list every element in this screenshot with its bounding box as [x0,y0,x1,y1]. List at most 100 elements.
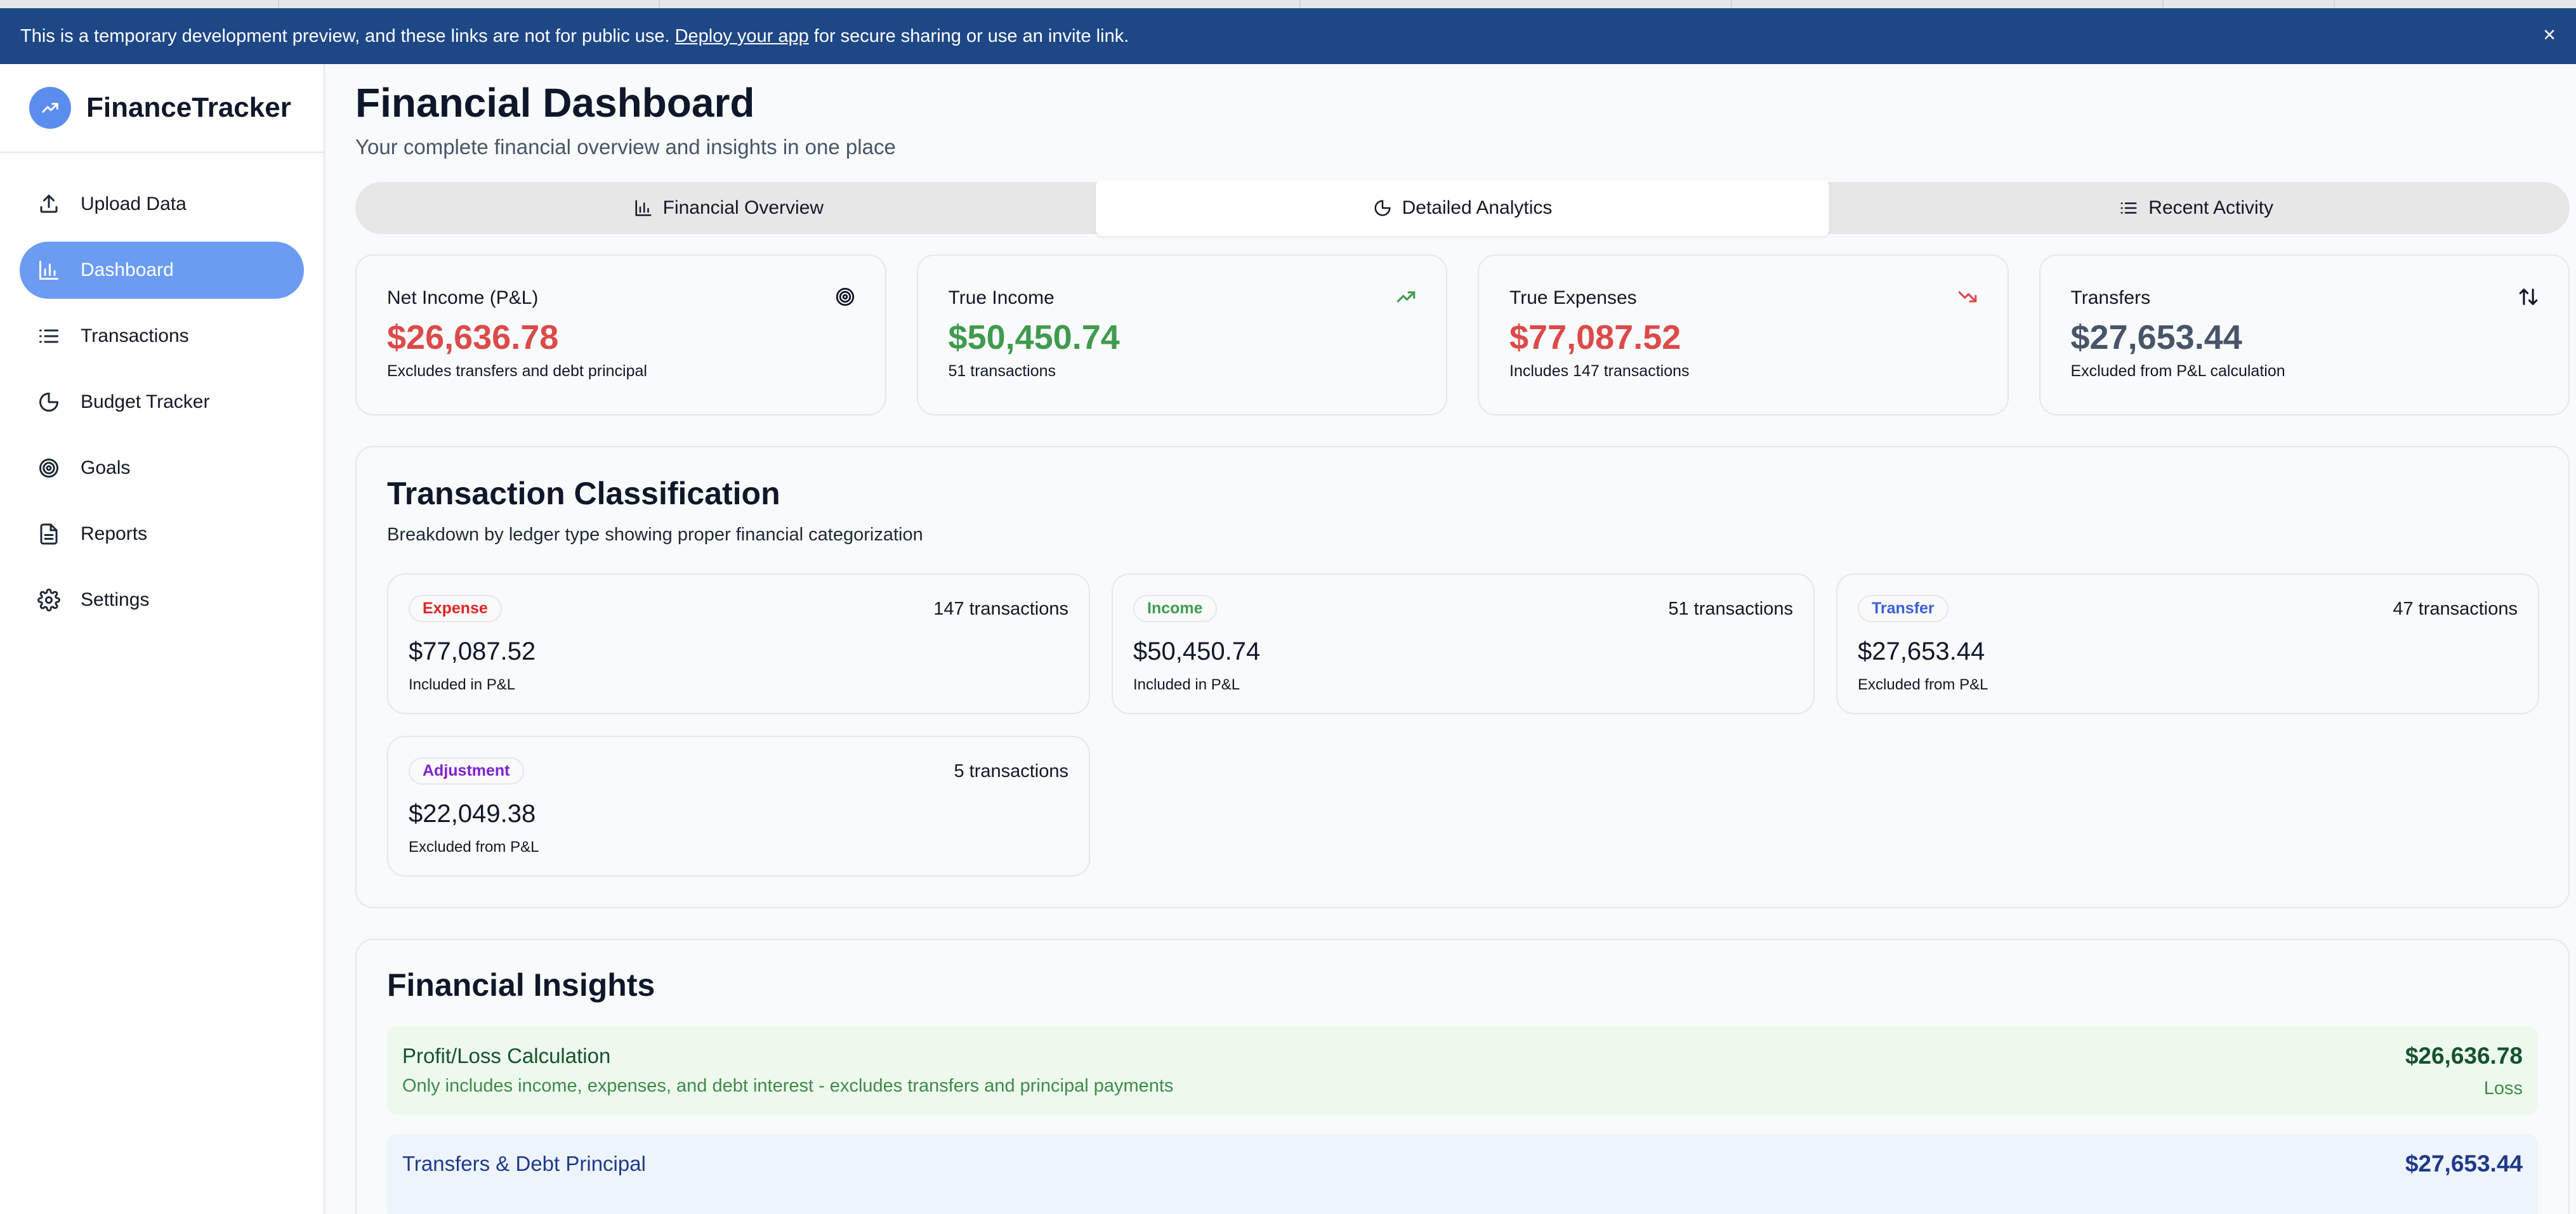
sidebar-item-transactions[interactable]: Transactions [20,308,304,365]
ledger-badge: Transfer [1858,595,1948,622]
target-icon [834,286,856,311]
main-content: Financial Dashboard Your complete financ… [355,64,2570,1214]
financial-insights-card: Financial Insights Profit/Loss Calculati… [355,939,2570,1214]
arrows-up-down-icon [2518,286,2539,311]
ledger-amount: $22,049.38 [409,800,536,828]
stat-label: True Income [948,287,1055,308]
sidebar-item-reports[interactable]: Reports [20,506,304,563]
insight-amount: $26,636.78 [2405,1043,2523,1069]
target-icon [35,454,63,482]
ledger-badge: Adjustment [409,757,524,785]
file-text-icon [35,520,63,548]
page-title: Financial Dashboard [355,80,755,126]
sidebar-item-goals[interactable]: Goals [20,440,304,497]
trending-up-icon [1395,286,1417,311]
stat-label: True Expenses [1509,287,1637,308]
sidebar-item-dashboard[interactable]: Dashboard [20,242,304,299]
insight-title: Transfers & Debt Principal [402,1152,646,1175]
stat-card-true-income: True Income $50,450.74 51 transactions [916,254,1447,415]
stat-card-transfers: Transfers $27,653.44 Excluded from P&L c… [2039,254,2570,415]
tab-recent-activity[interactable]: Recent Activity [1829,180,2563,236]
stat-value: $50,450.74 [948,318,1120,356]
stat-card-true-expenses: True Expenses $77,087.52 Includes 147 tr… [1478,254,2009,415]
sidebar-nav: Upload Data Dashboard Transactions Budge… [0,153,324,629]
stat-note: 51 transactions [948,362,1056,380]
classification-title: Transaction Classification [387,476,780,511]
tab-label: Recent Activity [2148,197,2274,218]
ledger-count: 147 transactions [933,599,1068,619]
insight-title: Profit/Loss Calculation [402,1044,611,1067]
ledger-card-adjustment: Adjustment 5 transactions $22,049.38 Exc… [387,736,1090,877]
stat-note: Excluded from P&L calculation [2070,362,2285,380]
ledger-card-transfer: Transfer 47 transactions $27,653.44 Excl… [1836,573,2539,714]
ledger-amount: $50,450.74 [1133,637,1261,665]
stat-label: Transfers [2070,287,2151,308]
deploy-link[interactable]: Deploy your app [675,26,809,47]
close-icon[interactable]: × [2543,23,2556,48]
pie-chart-icon [1373,199,1392,218]
ledger-badge: Expense [409,595,502,622]
bar-chart-icon [35,256,63,284]
ledger-amount: $77,087.52 [409,637,536,665]
dev-preview-banner: This is a temporary development preview,… [0,8,2576,64]
banner-text-after: for secure sharing or use an invite link… [813,25,1129,46]
sidebar-item-upload-data[interactable]: Upload Data [20,176,304,233]
insights-title: Financial Insights [387,967,655,1003]
pie-chart-icon [35,388,63,416]
ledger-card-income: Income 51 transactions $50,450.74 Includ… [1112,573,1815,714]
trending-up-logo-icon [29,87,71,129]
stat-note: Excludes transfers and debt principal [387,362,647,380]
dashboard-tabs: Financial Overview Detailed Analytics Re… [355,180,2570,236]
ledger-amount: $27,653.44 [1858,637,1985,665]
tab-detailed-analytics[interactable]: Detailed Analytics [1095,180,1830,236]
insight-transfers-debt: Transfers & Debt Principal $27,653.44 [387,1134,2538,1214]
sidebar-item-label: Dashboard [81,259,174,280]
stat-label: Net Income (P&L) [387,287,539,308]
sidebar-item-label: Settings [81,589,150,610]
insight-subtitle: Only includes income, expenses, and debt… [402,1076,1174,1096]
ledger-pl-status: Included in P&L [409,676,516,693]
insight-status: Loss [2483,1078,2523,1099]
sidebar: FinanceTracker Upload Data Dashboard Tra… [0,64,325,1214]
sidebar-item-label: Reports [81,523,148,544]
stat-value: $77,087.52 [1509,318,1681,356]
ledger-card-expense: Expense 147 transactions $77,087.52 Incl… [387,573,1090,714]
ledger-count: 5 transactions [954,761,1068,781]
ledger-count: 47 transactions [2393,599,2518,619]
tab-label: Financial Overview [662,197,824,218]
sidebar-item-settings[interactable]: Settings [20,571,304,629]
upload-icon [35,190,63,218]
sidebar-item-label: Upload Data [81,193,187,214]
list-icon [2119,199,2138,218]
brand-name: FinanceTracker [86,92,291,123]
ledger-pl-status: Excluded from P&L [409,839,539,856]
browser-tab-strip [0,0,2576,8]
bar-chart-icon [634,199,653,218]
page-subtitle: Your complete financial overview and ins… [355,135,896,159]
close-banner-button[interactable]: × [2537,22,2562,48]
insight-amount: $27,653.44 [2405,1151,2523,1177]
sidebar-item-budget-tracker[interactable]: Budget Tracker [20,374,304,431]
list-icon [35,322,63,350]
sidebar-item-label: Budget Tracker [81,391,210,412]
tab-label: Detailed Analytics [1402,197,1553,218]
sidebar-item-label: Transactions [81,325,189,346]
stat-card-net-income: Net Income (P&L) $26,636.78 Excludes tra… [355,254,886,415]
stat-note: Includes 147 transactions [1509,362,1690,380]
ledger-count: 51 transactions [1668,599,1793,619]
trending-down-icon [1957,286,1978,311]
gear-icon [35,586,63,614]
insight-profit-loss: Profit/Loss Calculation Only includes in… [387,1026,2538,1115]
stat-cards: Net Income (P&L) $26,636.78 Excludes tra… [355,254,2570,415]
ledger-badge: Income [1133,595,1217,622]
tab-financial-overview[interactable]: Financial Overview [362,180,1096,236]
ledger-pl-status: Included in P&L [1133,676,1240,693]
classification-description: Breakdown by ledger type showing proper … [387,525,923,545]
stat-value: $27,653.44 [2070,318,2242,356]
brand[interactable]: FinanceTracker [0,64,324,153]
transaction-classification-card: Transaction Classification Breakdown by … [355,446,2570,908]
ledger-pl-status: Excluded from P&L [1858,676,1988,693]
stat-value: $26,636.78 [387,318,559,356]
ledger-grid: Expense 147 transactions $77,087.52 Incl… [387,573,2539,877]
sidebar-item-label: Goals [81,457,131,478]
